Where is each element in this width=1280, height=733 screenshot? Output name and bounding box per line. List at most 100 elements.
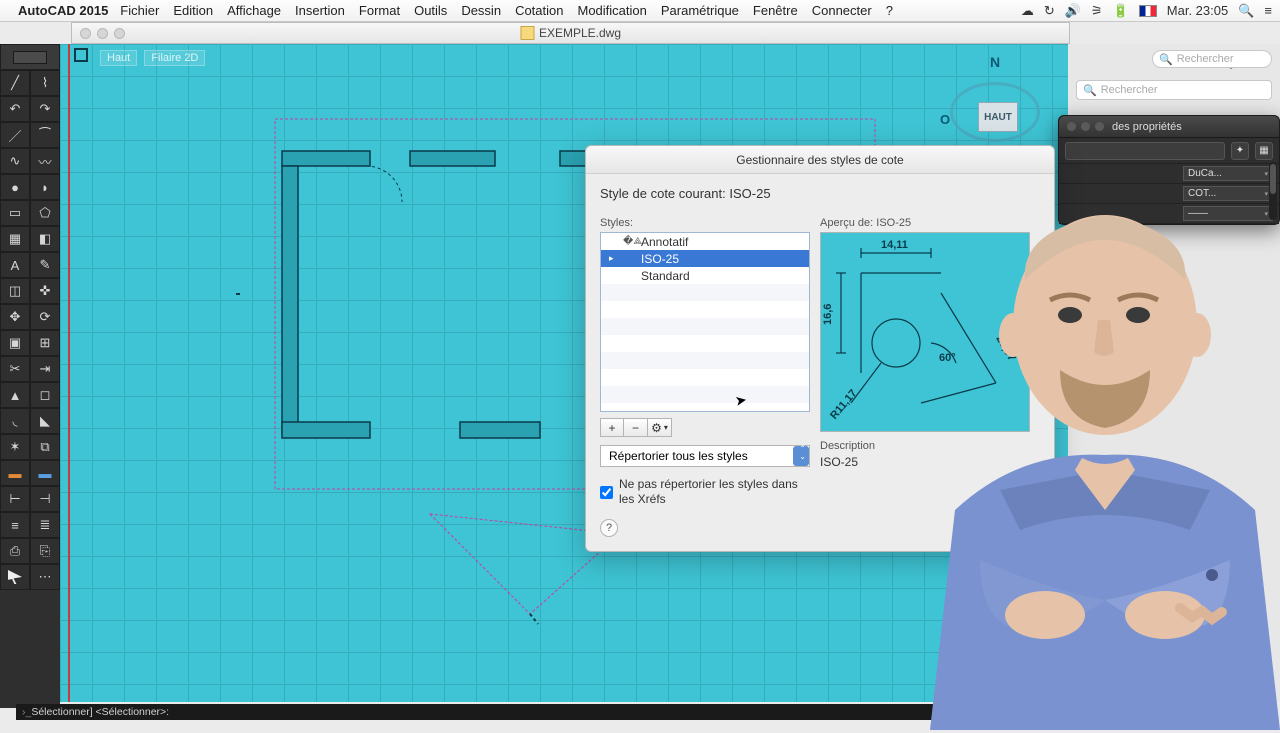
viewcube-west[interactable]: O <box>940 112 950 127</box>
viewcube-north[interactable]: N <box>990 54 1000 70</box>
svg-text:R11,17: R11,17 <box>828 387 860 421</box>
window-close-button[interactable] <box>80 28 91 39</box>
tool-cursor[interactable] <box>0 564 30 590</box>
sync-icon[interactable]: ↻ <box>1044 3 1055 19</box>
menu-help[interactable]: ? <box>886 3 893 18</box>
tool-spline[interactable]: ∿ <box>0 148 30 174</box>
wifi-icon[interactable]: ⚞ <box>1091 3 1103 19</box>
tool-chamfer[interactable]: ◣ <box>30 408 60 434</box>
volume-icon[interactable]: 🔊 <box>1065 3 1081 19</box>
object-type-select[interactable] <box>1065 142 1225 160</box>
tool-freehand[interactable]: 〰 <box>30 148 60 174</box>
ucs-icon <box>74 48 88 62</box>
panel-search-field[interactable]: 🔍 Rechercher <box>1076 80 1272 100</box>
menu-parametrique[interactable]: Paramétrique <box>661 3 739 18</box>
list-filter-select[interactable]: Répertorier tous les styles <box>600 445 810 467</box>
menu-format[interactable]: Format <box>359 3 400 18</box>
clock[interactable]: Mar. 23:05 <box>1167 3 1228 18</box>
app-name[interactable]: AutoCAD 2015 <box>18 3 108 18</box>
tool-rect[interactable]: ▭ <box>0 200 30 226</box>
document-filename: EXEMPLE.dwg <box>539 26 621 40</box>
tool-measure[interactable]: ≡ <box>0 512 30 538</box>
tool-array[interactable]: ⊞ <box>30 330 60 356</box>
spotlight-icon[interactable]: 🔍 <box>1238 3 1254 19</box>
quick-select-icon[interactable]: ✦ <box>1231 142 1249 160</box>
view-breadcrumb[interactable]: Haut Filaire 2D <box>100 52 209 64</box>
tool-rotate[interactable]: ⟳ <box>30 304 60 330</box>
tool-polygon[interactable]: ⬠ <box>30 200 60 226</box>
window-zoom-button[interactable] <box>114 28 125 39</box>
style-item-standard[interactable]: Standard <box>601 267 809 284</box>
notification-center-icon[interactable]: ≡ <box>1264 3 1272 18</box>
tool-join[interactable]: ⧉ <box>30 434 60 460</box>
crumb-visualstyle[interactable]: Filaire 2D <box>144 50 205 66</box>
tool-extra[interactable]: ⋯ <box>30 564 60 590</box>
tool-measure2[interactable]: ≣ <box>30 512 60 538</box>
tool-extend[interactable]: ⇥ <box>30 356 60 382</box>
tool-offset[interactable]: ◻ <box>30 382 60 408</box>
menu-outils[interactable]: Outils <box>414 3 447 18</box>
tool-arc[interactable]: ⁀ <box>30 122 60 148</box>
tool-circle[interactable]: ● <box>0 174 30 200</box>
viewcube-face[interactable]: HAUT <box>978 102 1018 132</box>
battery-icon[interactable]: 🔋 <box>1113 3 1129 19</box>
menu-connecter[interactable]: Connecter <box>812 3 872 18</box>
global-search-field[interactable]: 🔍 Rechercher <box>1152 50 1272 68</box>
menu-modification[interactable]: Modification <box>577 3 646 18</box>
tool-dim2[interactable]: ⊣ <box>30 486 60 512</box>
remove-style-button[interactable]: − <box>624 418 648 437</box>
style-item-annotatif[interactable]: �⟁Annotatif <box>601 233 809 250</box>
xref-checkbox[interactable] <box>600 478 613 507</box>
tool-layer[interactable]: ▬ <box>0 460 30 486</box>
menu-fichier[interactable]: Fichier <box>120 3 159 18</box>
ruler-edge <box>68 44 70 702</box>
mouse-cursor-icon: ➤ <box>734 391 749 410</box>
workspace-switcher[interactable] <box>0 44 60 70</box>
help-button[interactable]: ? <box>600 519 618 537</box>
pick-add-icon[interactable]: ▦ <box>1255 142 1273 160</box>
dwg-file-icon <box>520 26 534 40</box>
menu-dessin[interactable]: Dessin <box>461 3 501 18</box>
properties-title: des propriétés <box>1112 121 1182 133</box>
tool-text[interactable]: A <box>0 252 30 278</box>
menu-insertion[interactable]: Insertion <box>295 3 345 18</box>
tool-explode[interactable]: ✶ <box>0 434 30 460</box>
tool-gradient[interactable]: ◧ <box>30 226 60 252</box>
tool-export[interactable]: ⎘ <box>30 538 60 564</box>
menu-edition[interactable]: Edition <box>173 3 213 18</box>
cloud-icon[interactable]: ☁ <box>1021 3 1034 19</box>
tool-block[interactable]: ◫ <box>0 278 30 304</box>
annotative-icon: �⟁ <box>623 236 642 247</box>
tool-print[interactable]: ⎙ <box>0 538 30 564</box>
menu-cotation[interactable]: Cotation <box>515 3 563 18</box>
mac-menubar: AutoCAD 2015 Fichier Edition Affichage I… <box>0 0 1280 22</box>
expand-icon: ▸ <box>609 253 614 264</box>
tool-match[interactable]: ✜ <box>30 278 60 304</box>
xref-checkbox-label[interactable]: Ne pas répertorier les styles dans les X… <box>600 477 810 507</box>
tool-redo[interactable]: ↷ <box>30 96 60 122</box>
tool-mirror[interactable]: ▲ <box>0 382 30 408</box>
document-titlebar: EXEMPLE.dwg <box>71 22 1070 44</box>
tool-dim[interactable]: ⊢ <box>0 486 30 512</box>
tool-trim[interactable]: ✂ <box>0 356 30 382</box>
tool-layer2[interactable]: ▬ <box>30 460 60 486</box>
window-minimize-button[interactable] <box>97 28 108 39</box>
styles-listbox[interactable]: �⟁Annotatif ▸ISO-25 Standard <box>600 232 810 412</box>
options-style-button[interactable]: ⚙ <box>648 418 672 437</box>
add-style-button[interactable]: + <box>600 418 624 437</box>
tool-polyline[interactable]: ⌇ <box>30 70 60 96</box>
tool-segment[interactable]: ／ <box>0 122 30 148</box>
tool-ellipse-arc[interactable]: ◗ <box>30 174 60 200</box>
tool-move[interactable]: ✥ <box>0 304 30 330</box>
tool-fillet[interactable]: ◟ <box>0 408 30 434</box>
menu-affichage[interactable]: Affichage <box>227 3 281 18</box>
style-item-iso25[interactable]: ▸ISO-25 <box>601 250 809 267</box>
tool-brush[interactable]: ✎ <box>30 252 60 278</box>
input-source-flag-icon[interactable] <box>1139 5 1157 17</box>
tool-scale[interactable]: ▣ <box>0 330 30 356</box>
tool-hatch[interactable]: ▦ <box>0 226 30 252</box>
crumb-view[interactable]: Haut <box>100 50 137 66</box>
menu-fenetre[interactable]: Fenêtre <box>753 3 798 18</box>
tool-undo[interactable]: ↶ <box>0 96 30 122</box>
tool-line[interactable]: ╱ <box>0 70 30 96</box>
